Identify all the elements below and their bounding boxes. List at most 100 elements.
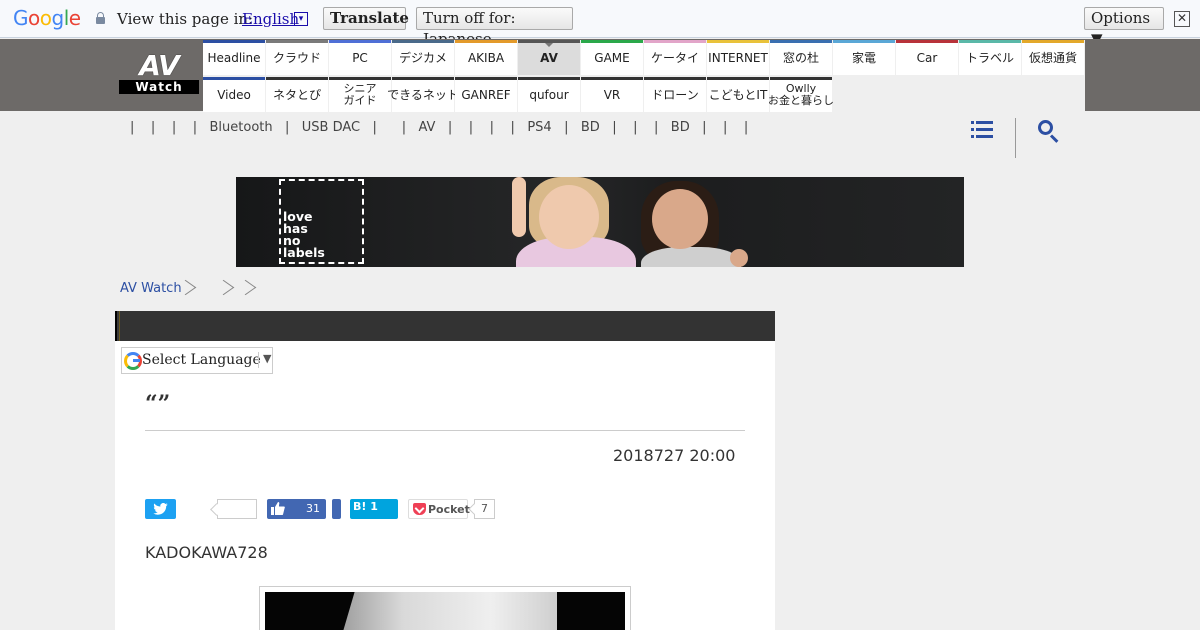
- nav-item[interactable]: VR: [581, 77, 643, 112]
- logo-av: AV: [139, 49, 179, 82]
- twitter-icon: [153, 503, 168, 515]
- site-logo[interactable]: AV Watch: [119, 52, 199, 94]
- nav-item-label: シニア ガイド: [343, 81, 377, 107]
- nav-item-label: Owlly お金と暮らし: [768, 81, 834, 107]
- nav-item[interactable]: ネタとぴ: [266, 77, 328, 112]
- nav-item-label: GANREF: [461, 87, 511, 102]
- close-icon[interactable]: ✕: [1174, 11, 1190, 27]
- breadcrumb-chevron-icon: [243, 277, 253, 301]
- nav-item-label: こどもとIT: [708, 87, 768, 102]
- nav-item[interactable]: こどもとIT: [707, 77, 769, 112]
- google-translate-bar: Google View this page in: English ▾ Tran…: [0, 0, 1200, 48]
- nav-item-label: Car: [916, 50, 938, 65]
- nav-item[interactable]: ケータイ: [644, 40, 706, 75]
- sub-category-links[interactable]: | | | | Bluetooth | USB DAC | | AV | | |…: [130, 120, 748, 135]
- nav-item-color-bar: [581, 77, 643, 80]
- nav-item-color-bar: [707, 40, 769, 43]
- language-dropdown-icon[interactable]: ▾: [294, 12, 308, 26]
- nav-item[interactable]: Video: [203, 77, 265, 112]
- nav-item-label: 仮想通貨: [1028, 50, 1077, 65]
- search-icon[interactable]: [1038, 120, 1060, 143]
- pocket-button[interactable]: Pocket: [408, 499, 470, 519]
- nav-item[interactable]: できるネット: [387, 77, 459, 112]
- google-logo: Google: [13, 6, 81, 30]
- facebook-like-button[interactable]: 31: [267, 499, 326, 519]
- nav-item-color-bar: [707, 77, 769, 80]
- nav-item[interactable]: 家電: [833, 40, 895, 75]
- nav-item-label: ケータイ: [650, 50, 699, 65]
- breadcrumb-chevron-icon: [183, 277, 193, 301]
- nav-item[interactable]: トラベル: [959, 40, 1021, 75]
- nav-item-color-bar: [896, 40, 958, 43]
- article-photo[interactable]: [259, 586, 631, 630]
- nav-item-label: デジカメ: [398, 50, 447, 65]
- nav-item-color-bar: [455, 77, 517, 80]
- nav-item-label: Video: [217, 87, 251, 102]
- nav-item[interactable]: qufour: [518, 77, 580, 112]
- nav-item-label: AKIBA: [467, 50, 505, 65]
- chevron-down-icon: ▼: [263, 352, 272, 365]
- logo-watch: Watch: [119, 80, 199, 94]
- nav-item-color-bar: [455, 40, 517, 43]
- nav-item-color-bar: [770, 77, 832, 80]
- translate-button[interactable]: Translate: [323, 7, 409, 30]
- thumbs-up-icon: [271, 502, 285, 515]
- banner-ad[interactable]: love has no labels: [236, 177, 964, 267]
- translate-prompt: View this page in:: [117, 10, 254, 28]
- turn-off-button[interactable]: Turn off for: Japanese: [416, 7, 573, 48]
- nav-item[interactable]: Owlly お金と暮らし: [768, 77, 834, 112]
- nav-item-label: 家電: [851, 50, 876, 65]
- menu-icon[interactable]: [971, 121, 993, 139]
- nav-item[interactable]: シニア ガイド: [329, 77, 391, 112]
- caret-down-icon: [545, 43, 553, 47]
- twitter-count: [217, 499, 257, 519]
- nav-item-label: PC: [352, 50, 368, 65]
- nav-item[interactable]: GAME: [581, 40, 643, 75]
- banner-text: love has no labels: [283, 209, 325, 260]
- article: Select Language ▼ “” 2018727 20:00 31 B!…: [115, 311, 775, 630]
- nav-item[interactable]: Car: [896, 40, 958, 75]
- nav-item[interactable]: 窓の杜: [770, 40, 832, 75]
- divider: [145, 430, 745, 431]
- nav-item-label: GAME: [594, 50, 630, 65]
- nav-item[interactable]: PC: [329, 40, 391, 75]
- nav-item-color-bar: [644, 40, 706, 43]
- nav-item-color-bar: [392, 77, 454, 80]
- nav-item-color-bar: [392, 40, 454, 43]
- nav-item[interactable]: Headline: [203, 40, 265, 75]
- nav-item-color-bar: [959, 40, 1021, 43]
- google-g-icon: [124, 352, 142, 370]
- nav-item-color-bar: [203, 40, 265, 43]
- nav-item[interactable]: ドローン: [644, 77, 706, 112]
- nav-item-color-bar: [770, 40, 832, 43]
- nav-item-color-bar: [266, 40, 328, 43]
- nav-item[interactable]: AKIBA: [455, 40, 517, 75]
- nav-item[interactable]: デジカメ: [392, 40, 454, 75]
- hatena-bookmark-button[interactable]: B! 1: [350, 499, 398, 519]
- nav-item-color-bar: [266, 77, 328, 80]
- nav-item-label: ネタとぴ: [272, 87, 321, 102]
- nav-item-color-bar: [329, 40, 391, 43]
- nav-item[interactable]: GANREF: [455, 77, 517, 112]
- article-lead: KADOKAWA728: [145, 543, 268, 562]
- nav-item[interactable]: INTERNET: [707, 40, 769, 75]
- breadcrumb-home[interactable]: AV Watch: [120, 281, 182, 296]
- nav-item[interactable]: クラウド: [266, 40, 328, 75]
- nav-item-label: VR: [603, 87, 621, 102]
- nav-item-color-bar: [644, 77, 706, 80]
- language-link[interactable]: English: [242, 10, 299, 28]
- nav-item-label: INTERNET: [708, 50, 768, 65]
- article-title: “”: [145, 391, 171, 417]
- twitter-share-button[interactable]: [145, 499, 176, 519]
- nav-item-label: トラベル: [965, 50, 1014, 65]
- divider: [1015, 118, 1016, 158]
- nav-item[interactable]: AV: [518, 40, 580, 75]
- nav-item-color-bar: [518, 77, 580, 80]
- pocket-count: 7: [474, 499, 495, 519]
- facebook-share-button[interactable]: [332, 499, 341, 519]
- nav-item[interactable]: 仮想通貨: [1022, 40, 1084, 75]
- category-nav: Headline クラウド PC デジカメ AKIBA AV GAME ケータイ INTERNE…: [203, 40, 1085, 112]
- nav-item-color-bar: [1022, 40, 1084, 43]
- language-select[interactable]: Select Language ▼: [121, 347, 273, 374]
- options-button[interactable]: Options ▼: [1084, 7, 1164, 48]
